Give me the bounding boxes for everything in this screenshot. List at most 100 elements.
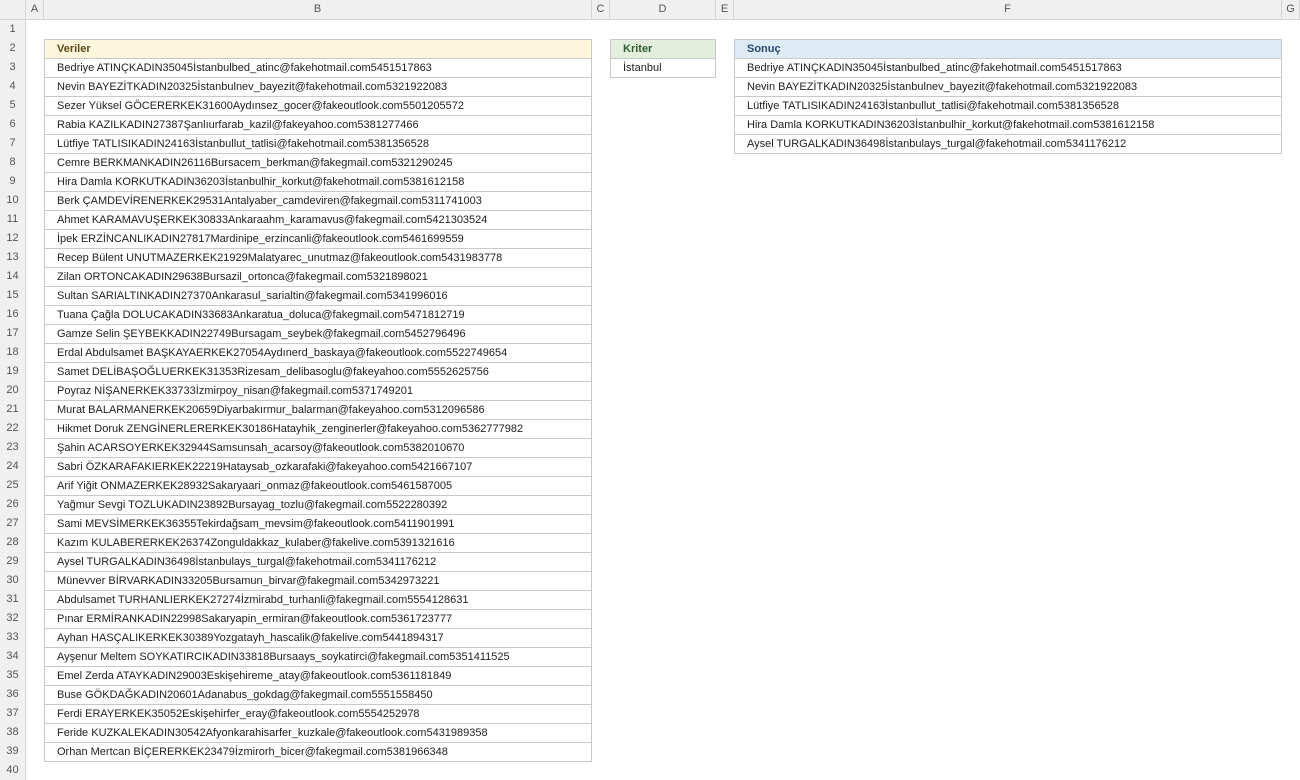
veriler-cell[interactable]: Sami MEVSİMERKEK36355Tekirdağsam_mevsim@…: [44, 514, 592, 534]
veriler-cell[interactable]: Sezer Yüksel GÖCERERKEK31600Aydınsez_goc…: [44, 96, 592, 116]
veriler-cell[interactable]: Rabia KAZILKADIN27387Şanlıurfarab_kazil@…: [44, 115, 592, 135]
row-header-37[interactable]: 37: [0, 704, 25, 723]
veriler-cell[interactable]: Aysel TURGALKADIN36498İstanbulays_turgal…: [44, 552, 592, 572]
row-header-19[interactable]: 19: [0, 362, 25, 381]
row-header-9[interactable]: 9: [0, 172, 25, 191]
veriler-cell[interactable]: Berk ÇAMDEVİRENERKEK29531Antalyaber_camd…: [44, 191, 592, 211]
row-header-17[interactable]: 17: [0, 324, 25, 343]
sonuc-cell[interactable]: Lütfiye TATLISIKADIN24163İstanbullut_tat…: [734, 96, 1282, 116]
row-header-2[interactable]: 2: [0, 39, 25, 58]
row-header-14[interactable]: 14: [0, 267, 25, 286]
row-header-40[interactable]: 40: [0, 761, 25, 780]
veriler-cell[interactable]: Şahin ACARSOYERKEK32944Samsunsah_acarsoy…: [44, 438, 592, 458]
row-header-8[interactable]: 8: [0, 153, 25, 172]
row-header-30[interactable]: 30: [0, 571, 25, 590]
veriler-cell[interactable]: Pınar ERMİRANKADIN22998Sakaryapin_ermira…: [44, 609, 592, 629]
sonuc-cell[interactable]: Nevin BAYEZİTKADIN20325İstanbulnev_bayez…: [734, 77, 1282, 97]
row-header-35[interactable]: 35: [0, 666, 25, 685]
veriler-cell[interactable]: Ayhan HASÇALIKERKEK30389Yozgatayh_hascal…: [44, 628, 592, 648]
veriler-cell[interactable]: Arif Yiğit ONMAZERKEK28932Sakaryaari_onm…: [44, 476, 592, 496]
veriler-cell[interactable]: Poyraz NİŞANERKEK33733İzmirpoy_nisan@fak…: [44, 381, 592, 401]
row-header-27[interactable]: 27: [0, 514, 25, 533]
row-header-3[interactable]: 3: [0, 58, 25, 77]
veriler-cell[interactable]: Recep Bülent UNUTMAZERKEK21929Malatyarec…: [44, 248, 592, 268]
veriler-cell[interactable]: Samet DELİBAŞOĞLUERKEK31353Rizesam_delib…: [44, 362, 592, 382]
veriler-cell[interactable]: Nevin BAYEZİTKADIN20325İstanbulnev_bayez…: [44, 77, 592, 97]
veriler-cell[interactable]: Ahmet KARAMAVUŞERKEK30833Ankaraahm_karam…: [44, 210, 592, 230]
veriler-cell[interactable]: Bedriye ATINÇKADIN35045İstanbulbed_atinc…: [44, 58, 592, 78]
kriter-header-row: Kriter: [610, 39, 716, 59]
row-header-18[interactable]: 18: [0, 343, 25, 362]
veriler-cell[interactable]: Zilan ORTONCAKADIN29638Bursazil_ortonca@…: [44, 267, 592, 287]
row-header-23[interactable]: 23: [0, 438, 25, 457]
veriler-cell[interactable]: İpek ERZİNCANLIKADIN27817Mardinipe_erzin…: [44, 229, 592, 249]
row-header-12[interactable]: 12: [0, 229, 25, 248]
row-header-20[interactable]: 20: [0, 381, 25, 400]
row-header-33[interactable]: 33: [0, 628, 25, 647]
veriler-cell[interactable]: Ayşenur Meltem SOYKATIRCIKADIN33818Bursa…: [44, 647, 592, 667]
row-header-29[interactable]: 29: [0, 552, 25, 571]
sonuc-cell[interactable]: Hira Damla KORKUTKADIN36203İstanbulhir_k…: [734, 115, 1282, 135]
column-header-c[interactable]: C: [592, 0, 610, 19]
kriter-value-cell[interactable]: İstanbul: [610, 58, 716, 78]
veriler-cell[interactable]: Münevver BİRVARKADIN33205Bursamun_birvar…: [44, 571, 592, 591]
select-all-corner[interactable]: [0, 0, 26, 19]
row-header-15[interactable]: 15: [0, 286, 25, 305]
row-header-13[interactable]: 13: [0, 248, 25, 267]
row-header-34[interactable]: 34: [0, 647, 25, 666]
row-header-7[interactable]: 7: [0, 134, 25, 153]
sonuc-row: Hira Damla KORKUTKADIN36203İstanbulhir_k…: [734, 115, 1282, 135]
row-header-26[interactable]: 26: [0, 495, 25, 514]
veriler-header-cell[interactable]: Veriler: [44, 39, 592, 59]
veriler-cell[interactable]: Emel Zerda ATAYKADIN29003Eskişehireme_at…: [44, 666, 592, 686]
veriler-cell[interactable]: Murat BALARMANERKEK20659Diyarbakırmur_ba…: [44, 400, 592, 420]
veriler-row: Recep Bülent UNUTMAZERKEK21929Malatyarec…: [44, 248, 592, 268]
veriler-cell[interactable]: Yağmur Sevgi TOZLUKADIN23892Bursayag_toz…: [44, 495, 592, 515]
veriler-cell[interactable]: Feride KUZKALEKADIN30542Afyonkarahisarfe…: [44, 723, 592, 743]
veriler-cell[interactable]: Sultan SARIALTINKADIN27370Ankarasul_sari…: [44, 286, 592, 306]
column-header-e[interactable]: E: [716, 0, 734, 19]
row-header-22[interactable]: 22: [0, 419, 25, 438]
sonuc-cell[interactable]: Aysel TURGALKADIN36498İstanbulays_turgal…: [734, 134, 1282, 154]
row-header-11[interactable]: 11: [0, 210, 25, 229]
column-header-d[interactable]: D: [610, 0, 716, 19]
veriler-cell[interactable]: Orhan Mertcan BİÇERERKEK23479İzmirorh_bi…: [44, 742, 592, 762]
veriler-cell[interactable]: Buse GÖKDAĞKADIN20601Adanabus_gokdag@fak…: [44, 685, 592, 705]
row-header-16[interactable]: 16: [0, 305, 25, 324]
column-header-g[interactable]: G: [1282, 0, 1300, 19]
sonuc-header-cell[interactable]: Sonuç: [734, 39, 1282, 59]
row-header-24[interactable]: 24: [0, 457, 25, 476]
veriler-cell[interactable]: Lütfiye TATLISIKADIN24163İstanbullut_tat…: [44, 134, 592, 154]
row-header-36[interactable]: 36: [0, 685, 25, 704]
row-header-25[interactable]: 25: [0, 476, 25, 495]
veriler-cell[interactable]: Hikmet Doruk ZENGİNERLERERKEK30186Hatayh…: [44, 419, 592, 439]
row-header-31[interactable]: 31: [0, 590, 25, 609]
veriler-cell[interactable]: Hira Damla KORKUTKADIN36203İstanbulhir_k…: [44, 172, 592, 192]
row-header-4[interactable]: 4: [0, 77, 25, 96]
row-header-5[interactable]: 5: [0, 96, 25, 115]
row-header-1[interactable]: 1: [0, 20, 25, 39]
sonuc-table: Sonuç Bedriye ATINÇKADIN35045İstanbulbed…: [734, 39, 1282, 154]
worksheet-grid[interactable]: Veriler Bedriye ATINÇKADIN35045İstanbulb…: [26, 20, 1300, 780]
column-header-a[interactable]: A: [26, 0, 44, 19]
kriter-header-cell[interactable]: Kriter: [610, 39, 716, 59]
row-header-10[interactable]: 10: [0, 191, 25, 210]
veriler-cell[interactable]: Sabri ÖZKARAFAKIERKEK22219Hataysab_ozkar…: [44, 457, 592, 477]
row-header-28[interactable]: 28: [0, 533, 25, 552]
veriler-row: Cemre BERKMANKADIN26116Bursacem_berkman@…: [44, 153, 592, 173]
column-header-b[interactable]: B: [44, 0, 592, 19]
veriler-cell[interactable]: Cemre BERKMANKADIN26116Bursacem_berkman@…: [44, 153, 592, 173]
row-header-39[interactable]: 39: [0, 742, 25, 761]
column-header-f[interactable]: F: [734, 0, 1282, 19]
veriler-cell[interactable]: Ferdi ERAYERKEK35052Eskişehirfer_eray@fa…: [44, 704, 592, 724]
veriler-cell[interactable]: Erdal Abdulsamet BAŞKAYAERKEK27054Aydıne…: [44, 343, 592, 363]
veriler-cell[interactable]: Tuana Çağla DOLUCAKADIN33683Ankaratua_do…: [44, 305, 592, 325]
veriler-cell[interactable]: Abdulsamet TURHANLIERKEK27274İzmirabd_tu…: [44, 590, 592, 610]
veriler-cell[interactable]: Kazım KULABERERKEK26374Zonguldakkaz_kula…: [44, 533, 592, 553]
sonuc-cell[interactable]: Bedriye ATINÇKADIN35045İstanbulbed_atinc…: [734, 58, 1282, 78]
row-header-38[interactable]: 38: [0, 723, 25, 742]
row-header-32[interactable]: 32: [0, 609, 25, 628]
row-header-21[interactable]: 21: [0, 400, 25, 419]
veriler-cell[interactable]: Gamze Selin ŞEYBEKKADIN22749Bursagam_sey…: [44, 324, 592, 344]
row-header-6[interactable]: 6: [0, 115, 25, 134]
